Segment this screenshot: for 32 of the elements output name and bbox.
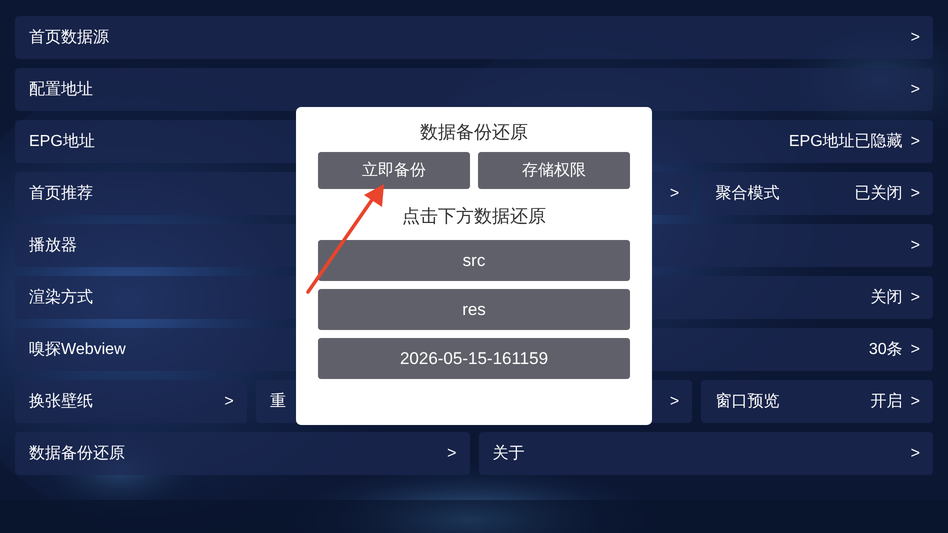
setting-label: 首页数据源 — [29, 28, 109, 48]
setting-value: 开启 — [870, 392, 903, 412]
setting-label: 数据备份还原 — [29, 444, 125, 464]
chevron: > — [910, 28, 920, 48]
setting-label: 重 — [270, 392, 286, 412]
setting-value: 已关闭 — [854, 184, 903, 204]
chevron: > — [910, 392, 920, 412]
chevron: > — [910, 236, 920, 256]
setting-label: 首页推荐 — [29, 184, 93, 204]
setting-label: 渲染方式 — [29, 288, 93, 308]
dialog-title: 数据备份还原 — [419, 121, 529, 144]
chevron: > — [910, 288, 920, 308]
setting-value: EPG地址已隐藏 — [788, 132, 903, 152]
setting-label: 聚合模式 — [715, 184, 780, 204]
chevron: > — [910, 132, 920, 152]
chevron: > — [670, 392, 680, 412]
setting-value: 关闭 — [870, 288, 903, 308]
setting-label: 关于 — [492, 444, 524, 464]
setting-label: 播放器 — [29, 236, 77, 256]
chevron: > — [224, 392, 234, 412]
setting-label: 嗅探Webview — [29, 340, 126, 360]
chevron: > — [910, 444, 920, 464]
chevron: > — [910, 340, 920, 360]
chevron: > — [910, 80, 920, 100]
setting-value: 30条 — [868, 340, 903, 360]
setting-label: 窗口预览 — [715, 392, 780, 412]
chevron: > — [910, 184, 920, 204]
setting-label: EPG地址 — [29, 132, 95, 152]
setting-label: 换张壁纸 — [29, 392, 93, 412]
chevron: > — [447, 444, 456, 464]
setting-label: 配置地址 — [29, 80, 93, 100]
chevron: > — [670, 184, 680, 204]
